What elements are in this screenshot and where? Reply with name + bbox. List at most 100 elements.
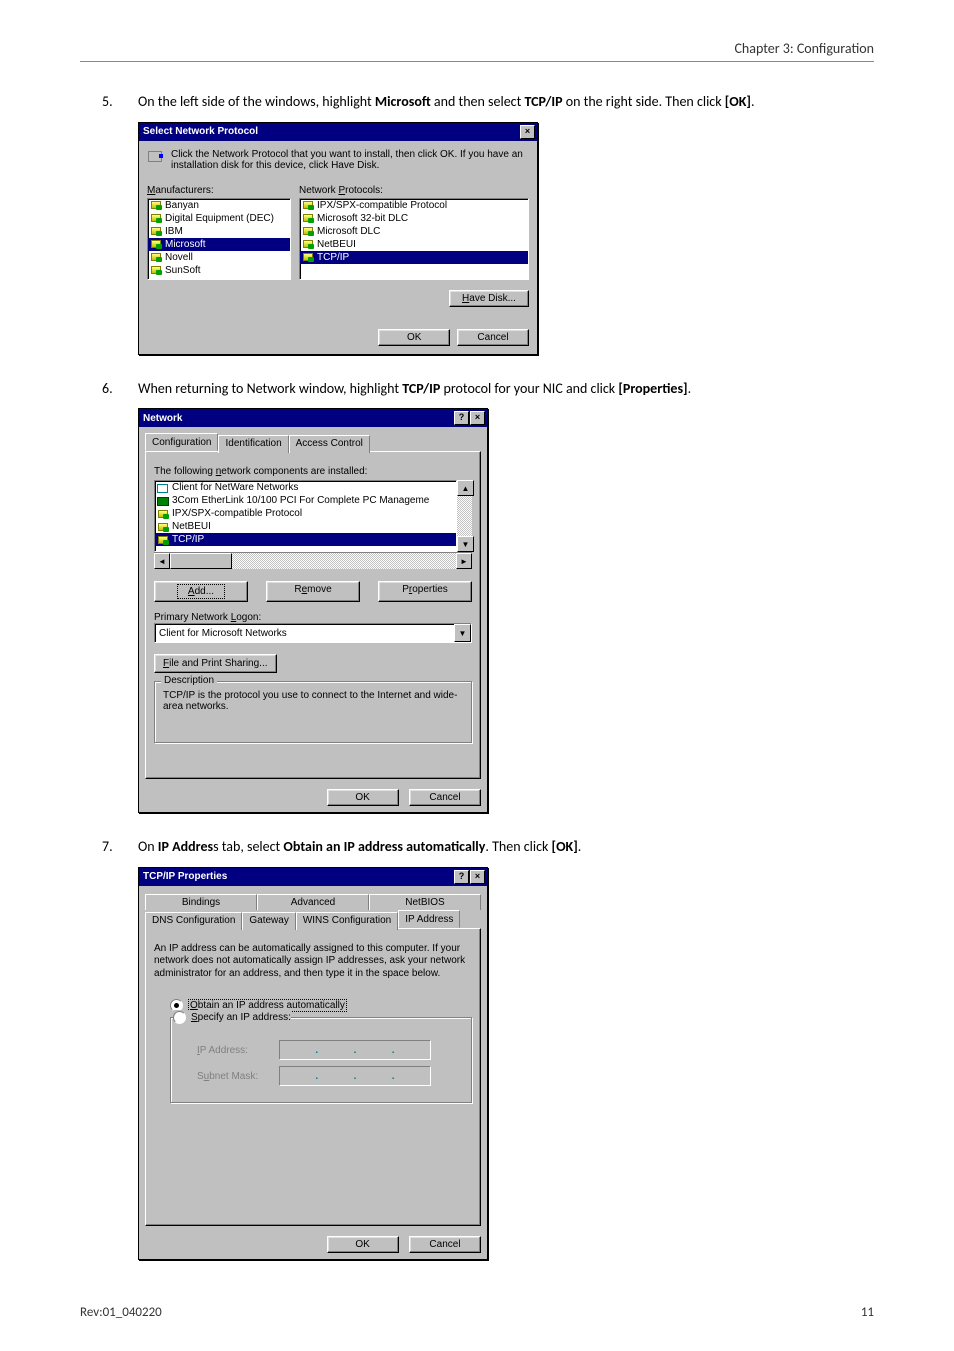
- close-icon[interactable]: ×: [470, 411, 485, 425]
- close-icon[interactable]: ×: [520, 125, 535, 139]
- components-list[interactable]: Client for NetWare Networks3Com EtherLin…: [154, 480, 457, 552]
- protocols-label: Network Protocols:: [299, 185, 529, 196]
- list-item[interactable]: 3Com EtherLink 10/100 PCI For Complete P…: [155, 494, 456, 507]
- close-icon[interactable]: ×: [470, 870, 485, 884]
- titlebar[interactable]: Select Network Protocol ×: [139, 123, 537, 141]
- remove-button[interactable]: Remove: [266, 581, 360, 602]
- manufacturers-list[interactable]: BanyanDigital Equipment (DEC)IBMMicrosof…: [147, 198, 291, 280]
- t: [OK]: [725, 93, 751, 110]
- tab-dns[interactable]: DNS Configuration: [145, 912, 242, 930]
- list-item[interactable]: TCP/IP: [155, 533, 456, 546]
- help-icon[interactable]: ?: [454, 411, 469, 425]
- list-item[interactable]: TCP/IP: [300, 251, 528, 264]
- tab-identification[interactable]: Identification: [218, 435, 288, 453]
- tab-gateway[interactable]: Gateway: [242, 912, 295, 930]
- cancel-button[interactable]: Cancel: [409, 1236, 481, 1253]
- protocol-icon: [302, 200, 314, 210]
- radio-specify-group: Specify an IP address:: [173, 1010, 291, 1027]
- add-button[interactable]: Add...: [154, 581, 248, 602]
- t: TCP/IP: [524, 93, 562, 110]
- proto-icon: [157, 509, 169, 519]
- cancel-button[interactable]: Cancel: [457, 329, 529, 346]
- chapter-header: Chapter 3: Configuration: [80, 40, 874, 62]
- hscroll-left-icon[interactable]: ◄: [154, 553, 170, 569]
- scroll-down-icon[interactable]: ▼: [457, 536, 474, 552]
- tab-configuration[interactable]: Configuration: [145, 433, 218, 451]
- list-item[interactable]: IBM: [148, 225, 290, 238]
- help-icon[interactable]: ?: [454, 870, 469, 884]
- dialog-title: TCP/IP Properties: [143, 871, 227, 882]
- hscroll-thumb[interactable]: [170, 553, 232, 569]
- network-dialog: Network ? × Configuration Identification…: [138, 408, 488, 813]
- manufacturers-label: Manufacturers:: [147, 185, 291, 196]
- radio-specify-label: Specify an IP address:: [191, 1012, 291, 1023]
- t: and then select: [431, 93, 525, 110]
- dialog-title: Network: [143, 413, 182, 424]
- primary-logon-value: Client for Microsoft Networks: [155, 628, 454, 639]
- t: On: [138, 838, 158, 855]
- protocol-icon: [150, 252, 162, 262]
- hscroll-track[interactable]: [232, 553, 456, 569]
- t: protocol for your NIC and click: [440, 380, 618, 397]
- list-item[interactable]: Novell: [148, 251, 290, 264]
- list-item[interactable]: Microsoft 32-bit DLC: [300, 212, 528, 225]
- dialog-title: Select Network Protocol: [143, 126, 258, 137]
- chevron-down-icon[interactable]: ▼: [454, 624, 471, 642]
- t: [Properties]: [618, 380, 687, 397]
- tab-ip-address[interactable]: IP Address: [398, 910, 460, 928]
- list-item[interactable]: IPX/SPX-compatible Protocol: [300, 199, 528, 212]
- footer-page-number: 11: [861, 1305, 874, 1320]
- t: . Then click: [485, 838, 551, 855]
- list-item[interactable]: Microsoft: [148, 238, 290, 251]
- footer-revision: Rev:01_040220: [80, 1305, 162, 1320]
- protocol-icon: [150, 200, 162, 210]
- step-number: 7.: [80, 837, 138, 857]
- list-item[interactable]: SunSoft: [148, 264, 290, 277]
- list-item[interactable]: Client for NetWare Networks: [155, 481, 456, 494]
- titlebar[interactable]: Network ? ×: [139, 409, 487, 427]
- description-group-title: Description: [161, 675, 217, 686]
- titlebar[interactable]: TCP/IP Properties ? ×: [139, 868, 487, 886]
- step-text: When returning to Network window, highli…: [138, 379, 874, 399]
- ip-address-field: ...: [279, 1040, 431, 1060]
- scrollbar-track[interactable]: [457, 496, 472, 536]
- ok-button[interactable]: OK: [327, 789, 399, 806]
- list-item[interactable]: NetBEUI: [155, 520, 456, 533]
- adapter-icon: [157, 496, 169, 506]
- cancel-button[interactable]: Cancel: [409, 789, 481, 806]
- t: .: [751, 93, 755, 110]
- properties-button[interactable]: Properties: [378, 581, 472, 602]
- subnet-mask-label: Subnet Mask:: [197, 1071, 269, 1082]
- ok-button[interactable]: OK: [378, 329, 450, 346]
- protocols-list[interactable]: IPX/SPX-compatible ProtocolMicrosoft 32-…: [299, 198, 529, 280]
- tab-bindings[interactable]: Bindings: [145, 894, 257, 910]
- list-item[interactable]: IPX/SPX-compatible Protocol: [155, 507, 456, 520]
- hscroll-right-icon[interactable]: ►: [456, 553, 472, 569]
- file-print-sharing-button[interactable]: File and Print Sharing...: [154, 654, 277, 673]
- subnet-mask-field: ...: [279, 1066, 431, 1086]
- ip-address-label: IP Address:: [197, 1045, 269, 1056]
- protocol-icon: [150, 226, 162, 236]
- protocol-icon: [302, 213, 314, 223]
- list-item[interactable]: NetBEUI: [300, 238, 528, 251]
- net-icon: [157, 483, 169, 493]
- dialog-instruction: Click the Network Protocol that you want…: [171, 149, 529, 171]
- t: IP Addres: [158, 838, 213, 855]
- tab-netbios[interactable]: NetBIOS: [369, 894, 481, 910]
- tab-strip: Configuration Identification Access Cont…: [145, 433, 481, 451]
- list-item[interactable]: Digital Equipment (DEC): [148, 212, 290, 225]
- t: .: [578, 838, 582, 855]
- ok-button[interactable]: OK: [327, 1236, 399, 1253]
- list-item[interactable]: Banyan: [148, 199, 290, 212]
- list-item[interactable]: Microsoft DLC: [300, 225, 528, 238]
- primary-logon-combo[interactable]: Client for Microsoft Networks ▼: [154, 623, 472, 643]
- radio-specify[interactable]: Specify an IP address:: [173, 1010, 291, 1025]
- primary-logon-label: Primary Network Logon:: [154, 612, 472, 623]
- protocol-icon: [302, 226, 314, 236]
- tab-access-control[interactable]: Access Control: [289, 435, 370, 453]
- tab-advanced[interactable]: Advanced: [257, 894, 369, 910]
- tab-wins[interactable]: WINS Configuration: [296, 912, 398, 930]
- have-disk-button[interactable]: Have Disk...: [449, 290, 529, 307]
- scroll-up-icon[interactable]: ▲: [457, 480, 474, 496]
- t: Obtain an IP address automatically: [283, 838, 485, 855]
